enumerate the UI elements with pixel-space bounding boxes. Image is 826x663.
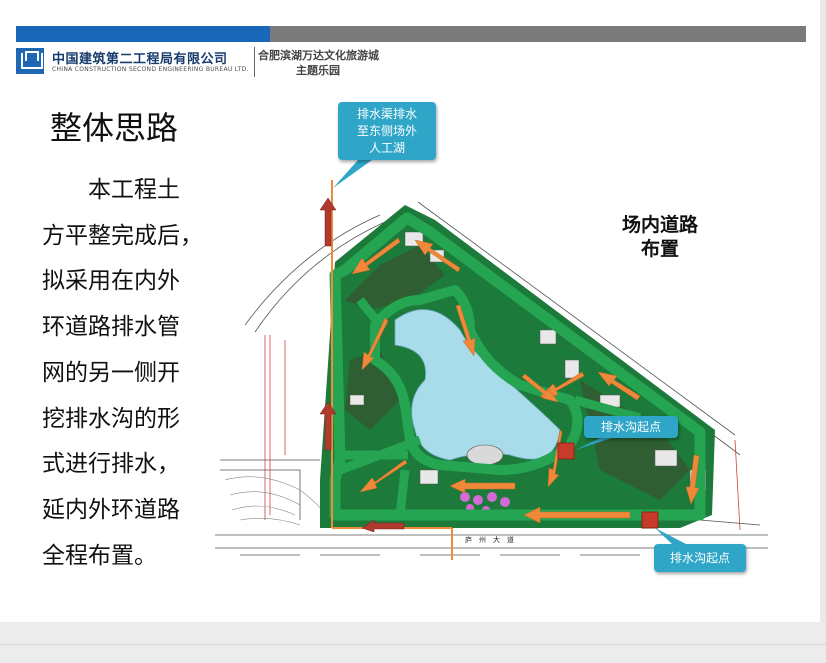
slide-canvas: 中国建筑第二工程局有限公司 CHINA CONSTRUCTION SECOND … [0, 0, 820, 622]
body-line-1: 本工程土 [42, 177, 180, 203]
company-logo-icon [16, 48, 44, 74]
header-bar-blue [16, 26, 270, 42]
header-divider [254, 47, 255, 77]
callout-drain-start-1: 排水沟起点 [584, 416, 678, 438]
body-line-2: 方平整完成后， [42, 222, 203, 249]
street-label: 庐 州 大 道 [465, 535, 514, 544]
callout-top-line1: 排水渠排水 [356, 107, 417, 121]
editor-bottom-divider [0, 644, 826, 645]
company-name-en: CHINA CONSTRUCTION SECOND ENGINEERING BU… [52, 66, 249, 73]
callout-top-line2: 至东侧场外 [356, 124, 417, 138]
body-line-5: 网的另一侧开 [42, 359, 180, 386]
body-line-8: 延内外环道路 [42, 496, 180, 523]
road-label-line2: 布置 [640, 238, 679, 260]
callout-drain-start-2: 排水沟起点 [654, 544, 746, 572]
body-line-3: 拟采用在内外 [42, 268, 180, 295]
callout-pointer-bottom [655, 528, 686, 544]
slide-title: 整体思路 [50, 109, 179, 147]
body-line-6: 挖排水沟的形 [42, 405, 180, 432]
site-drainage-map: 庐 州 大 道 [215, 160, 768, 560]
editor-bottom-area [0, 622, 826, 663]
lake-island [466, 444, 504, 466]
drain-start-marker-2 [641, 511, 659, 529]
connector-road-4 [395, 469, 410, 516]
contour-lines [224, 476, 331, 526]
drain-start-marker-1 [557, 442, 575, 460]
company-name-cn: 中国建筑第二工程局有限公司 [52, 52, 228, 67]
header-bar-gray [270, 26, 806, 42]
road-layout-label: 场内道路 布置 [610, 213, 710, 261]
callout-pointer-top [333, 160, 372, 188]
project-name-line2: 主题乐园 [296, 64, 340, 77]
callout-drain-outlet: 排水渠排水 至东侧场外 人工湖 [338, 102, 436, 160]
project-name-line1: 合肥滨湖万达文化旅游城 [258, 49, 379, 62]
slide-body-text: 本工程土 方平整完成后， 拟采用在内外 环道路排水管 网的另一侧开 挖排水沟的形… [42, 168, 228, 579]
body-line-9: 全程布置。 [42, 542, 157, 569]
body-line-4: 环道路排水管 [42, 314, 180, 341]
callout-top-line3: 人工湖 [368, 141, 405, 155]
road-label-line1: 场内道路 [621, 214, 698, 236]
body-line-7: 式进行排水， [42, 451, 180, 478]
